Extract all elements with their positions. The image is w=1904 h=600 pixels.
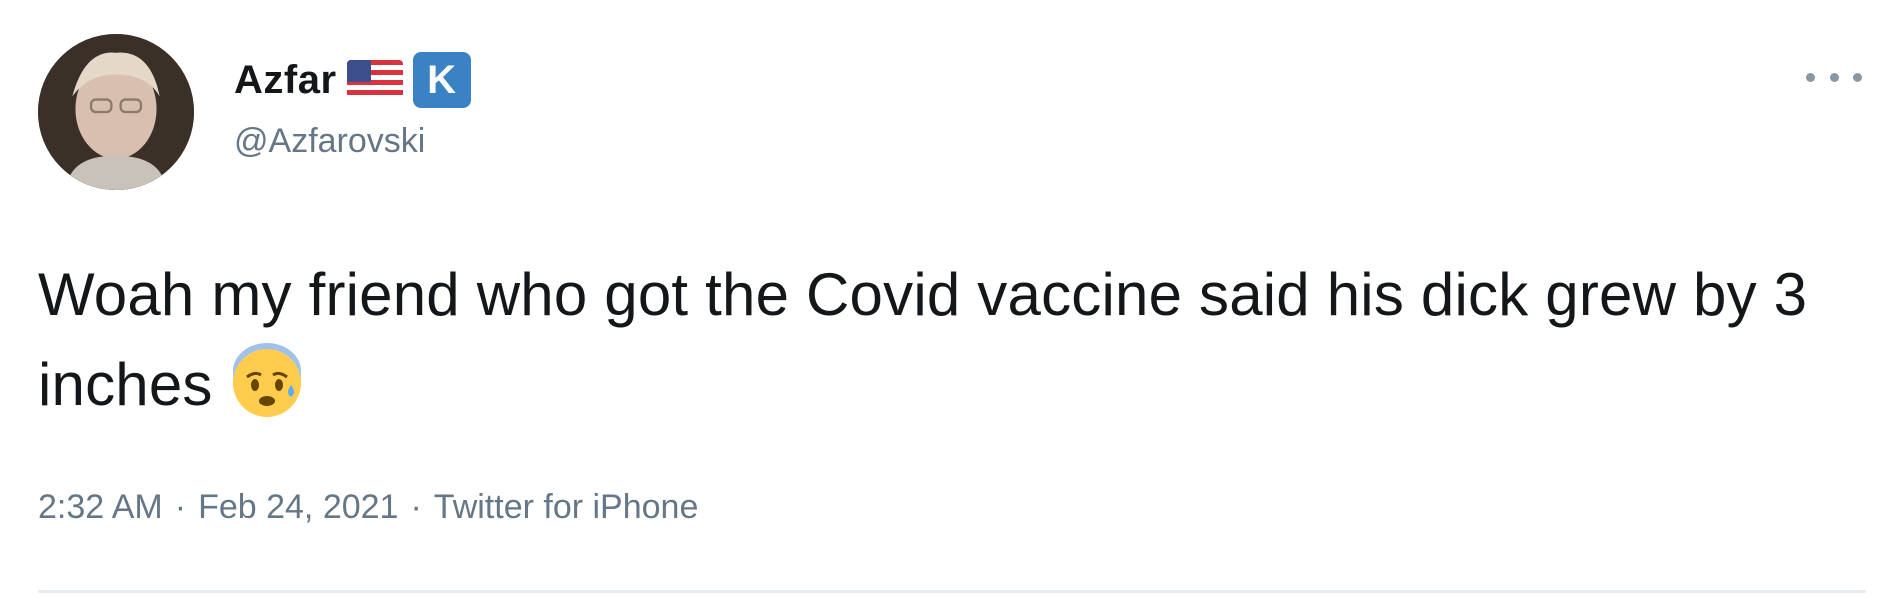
avatar-photo <box>38 34 194 190</box>
display-name[interactable]: Azfar <box>234 58 337 103</box>
tweet-card: Azfar K @Azfarovski Woah my friend who g… <box>0 0 1904 600</box>
tweet-body: Woah my friend who got the Covid vaccine… <box>38 250 1838 430</box>
tweet-time[interactable]: 2:32 AM <box>38 488 163 527</box>
us-flag-icon <box>346 60 403 100</box>
dot <box>1829 72 1839 82</box>
meta-separator: · <box>174 488 187 526</box>
kr-icon: K <box>412 52 471 108</box>
anxious-face-with-sweat-icon <box>227 341 307 421</box>
dot <box>1806 72 1815 82</box>
tweet-date[interactable]: Feb 24, 2021 <box>198 488 398 527</box>
tweet-source[interactable]: Twitter for iPhone <box>434 488 699 527</box>
divider <box>38 590 1866 593</box>
author-name-row: Azfar K <box>234 52 471 108</box>
author-handle[interactable]: @Azfarovski <box>234 122 425 161</box>
meta-separator: · <box>410 488 422 526</box>
dot <box>1853 72 1862 82</box>
avatar[interactable] <box>38 34 194 190</box>
more-options-icon[interactable] <box>1806 62 1862 92</box>
tweet-meta: 2:32 AM · Feb 24, 2021 · Twitter for iPh… <box>38 488 698 527</box>
